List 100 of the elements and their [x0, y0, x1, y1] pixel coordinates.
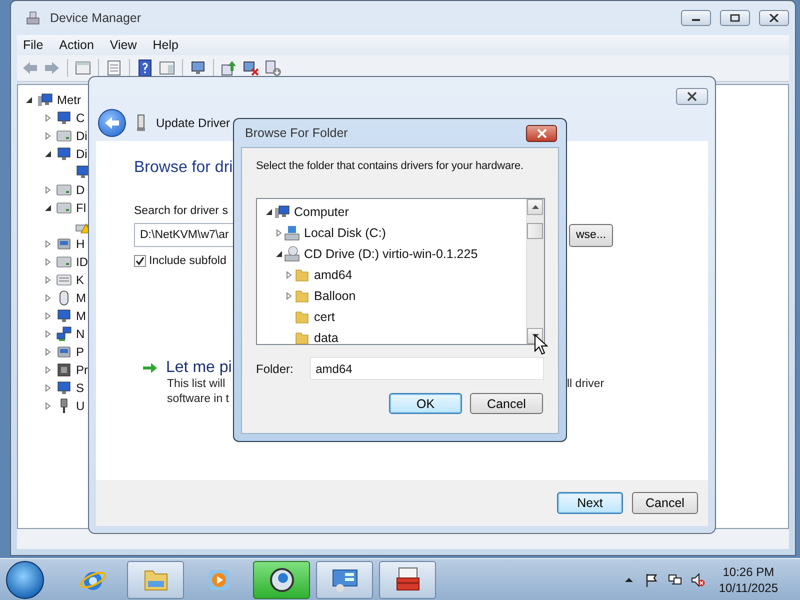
expander-icon[interactable] — [264, 208, 272, 216]
dialog-button[interactable]: Cancel — [470, 393, 543, 414]
tree-item[interactable]: Balloon — [314, 288, 356, 302]
device-manager-icon — [25, 10, 41, 26]
tree-item[interactable]: Di — [76, 129, 88, 143]
flag-icon[interactable] — [644, 572, 659, 586]
instruction-text: Select the folder that contains drivers for your hardware. — [256, 160, 525, 172]
clock-time: 10:26 PM — [722, 564, 774, 580]
network-icon[interactable] — [668, 572, 682, 586]
tree-item[interactable]: M — [76, 291, 86, 305]
expander-icon[interactable] — [274, 250, 282, 258]
search-label: Search for driver s — [134, 205, 228, 217]
scrollbar-thumb[interactable] — [527, 223, 543, 239]
tree-item[interactable]: C — [76, 111, 85, 125]
folder-label: Folder: — [256, 362, 294, 376]
tree-item[interactable]: Pr — [76, 363, 88, 377]
window-title: Device Manager — [50, 11, 142, 25]
tree-item[interactable]: data — [314, 330, 338, 344]
folder-icon — [294, 330, 310, 344]
expander-icon[interactable] — [44, 150, 52, 158]
tree-item[interactable]: N — [76, 327, 85, 341]
taskbar-button[interactable] — [379, 560, 436, 598]
tree-item[interactable]: M — [76, 309, 86, 323]
muted-speaker-icon[interactable] — [690, 572, 705, 586]
uninstall-icon[interactable] — [242, 59, 260, 77]
checkbox-label: Include subfold — [149, 255, 226, 267]
checkbox[interactable] — [134, 255, 146, 267]
monitor-icon — [56, 380, 72, 396]
tree-item[interactable]: cert — [314, 310, 335, 324]
maximize-button[interactable] — [720, 10, 750, 26]
monitor-icon — [56, 146, 72, 162]
tree-item[interactable]: amd64 — [314, 268, 352, 282]
folder-field[interactable]: amd64 — [310, 357, 544, 380]
monitor-icon — [75, 164, 91, 180]
folder-icon — [294, 308, 310, 324]
tree-item[interactable]: K — [76, 273, 84, 287]
menu-item[interactable]: Help — [146, 38, 188, 52]
keyboard-icon — [56, 272, 72, 288]
close-button[interactable] — [676, 88, 708, 105]
description-text: This list will — [167, 378, 226, 390]
scrollbar[interactable] — [526, 199, 544, 344]
dialog-title: Browse For Folder — [245, 126, 348, 140]
expander-icon[interactable] — [24, 96, 32, 104]
computer-icon — [37, 92, 53, 108]
maximize-icon — [730, 14, 740, 22]
tree-item[interactable]: H — [76, 237, 85, 251]
taskbar-button[interactable] — [316, 560, 373, 598]
disable-device-icon[interactable] — [264, 59, 282, 77]
device-icon — [136, 114, 146, 132]
network-icon — [56, 326, 72, 342]
drive-icon — [56, 128, 72, 144]
description-text: ll driver — [567, 377, 604, 392]
monitor-icon — [56, 308, 72, 324]
drive-icon — [56, 254, 72, 270]
folder-icon — [294, 266, 310, 282]
tree-item[interactable]: Local Disk (C:) — [304, 226, 386, 240]
close-button[interactable] — [759, 10, 789, 26]
tree-item[interactable]: D — [76, 183, 85, 197]
page-icon[interactable] — [105, 59, 123, 77]
monitor-icon[interactable] — [189, 59, 207, 77]
dialog-button[interactable]: OK — [389, 393, 462, 414]
expander-icon[interactable] — [44, 204, 52, 212]
browser-icon — [268, 566, 296, 594]
panel-icon[interactable] — [158, 59, 176, 77]
chip-icon — [56, 362, 72, 378]
tree-item[interactable]: CD Drive (D:) virtio-win-0.1.225 — [304, 246, 478, 260]
tree-item[interactable]: Computer — [294, 204, 349, 218]
back-button[interactable] — [98, 109, 126, 137]
update-driver-icon[interactable] — [220, 59, 238, 77]
taskbar-button[interactable] — [253, 560, 310, 598]
minimize-button[interactable] — [681, 10, 711, 26]
monitor-icon — [56, 110, 72, 126]
menu-item[interactable]: Action — [53, 38, 104, 52]
tree-item[interactable]: Metr — [57, 93, 81, 107]
close-icon — [769, 14, 779, 22]
panel-icon[interactable] — [74, 59, 92, 77]
browse-button[interactable]: wse... — [569, 224, 614, 246]
help-icon[interactable] — [136, 59, 154, 77]
clock-date: 10/11/2025 — [718, 580, 778, 596]
menu-item[interactable]: View — [104, 38, 147, 52]
dialog-button[interactable]: Next — [557, 492, 623, 514]
clock[interactable]: 10:26 PM 10/11/2025 — [718, 564, 794, 596]
cd-drive-icon — [284, 246, 300, 262]
tree-item[interactable]: ID — [76, 255, 88, 269]
toolbox-icon — [394, 566, 422, 594]
close-button[interactable] — [526, 124, 557, 142]
tree-item[interactable]: P — [76, 345, 84, 359]
device-icon — [56, 236, 72, 252]
menu-item[interactable]: File — [17, 38, 54, 52]
dialog-button[interactable]: Cancel — [632, 492, 698, 514]
up-arrow-icon[interactable] — [532, 205, 538, 209]
back-arrow-icon — [104, 116, 120, 130]
start-button[interactable] — [6, 560, 44, 598]
tree-item[interactable]: Di — [76, 147, 88, 161]
window-title: Update Driver — [156, 116, 230, 130]
tree-item[interactable]: U — [76, 399, 85, 413]
drive-icon — [56, 200, 72, 216]
tree-item[interactable]: S — [76, 381, 84, 395]
tree-item[interactable]: Fl — [76, 201, 86, 215]
pick-driver-link[interactable]: Let me pi — [166, 359, 232, 377]
